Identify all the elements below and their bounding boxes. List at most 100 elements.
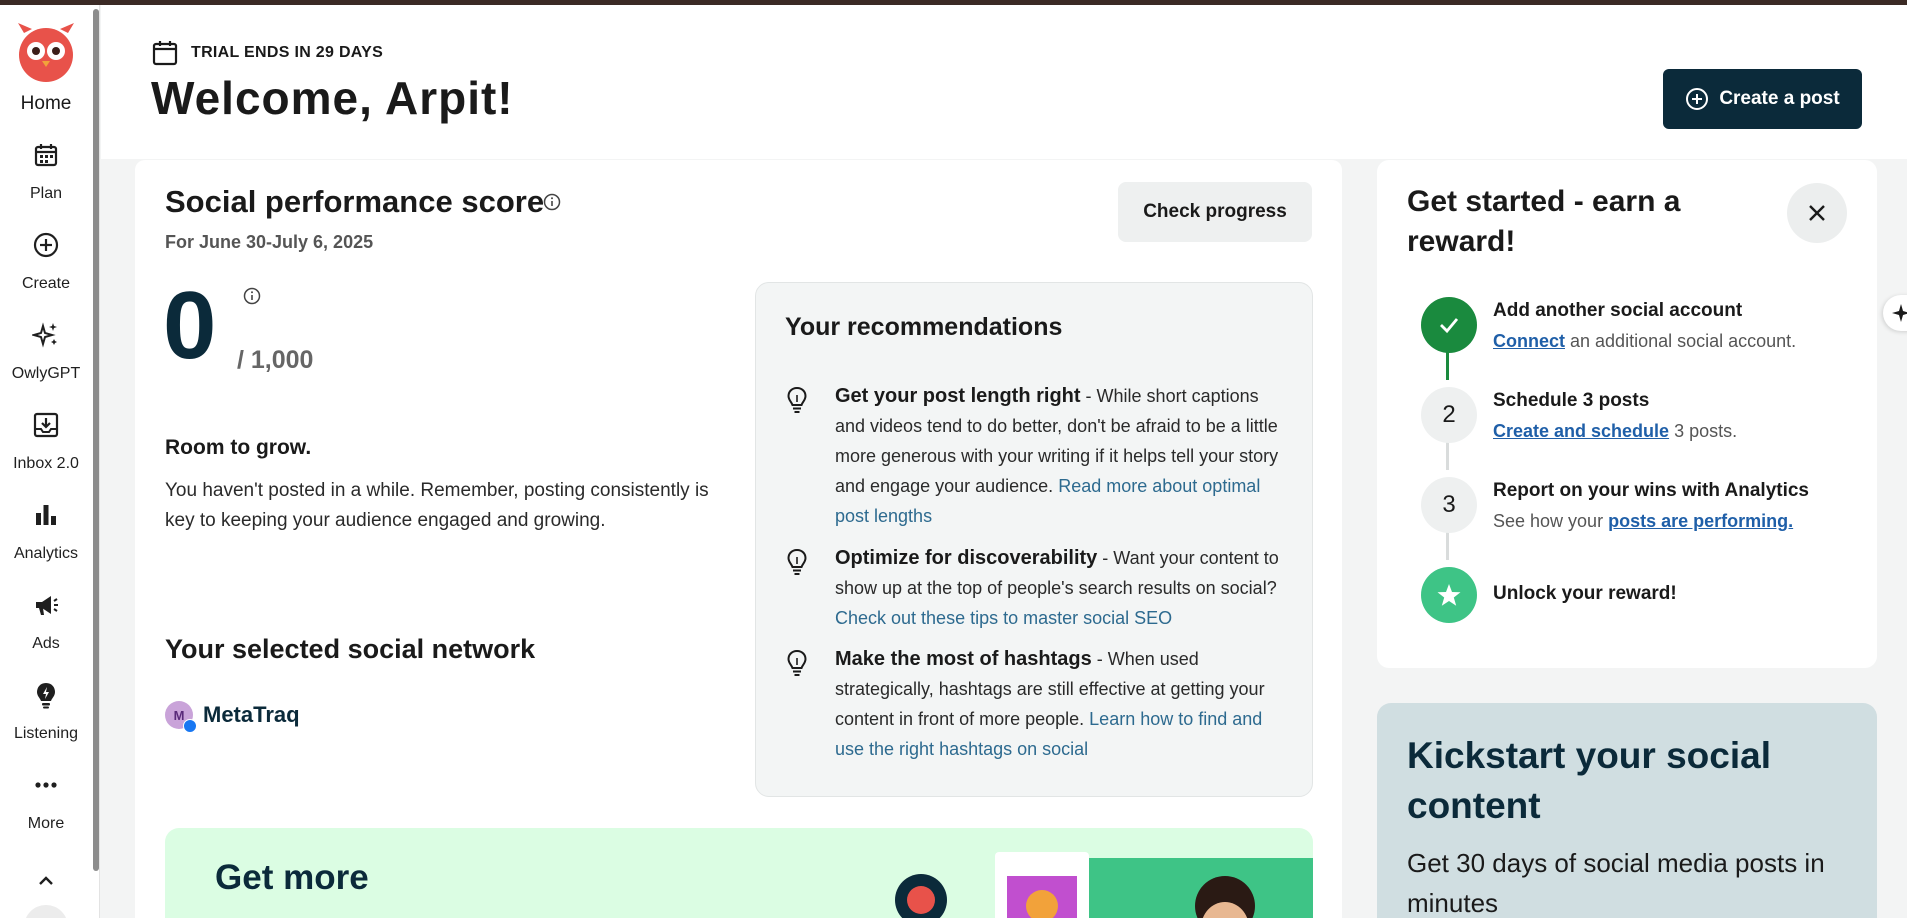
step-number-badge: 2 xyxy=(1421,387,1477,443)
lightbulb-icon xyxy=(37,683,55,709)
plus-circle-icon xyxy=(1686,88,1709,110)
kickstart-card[interactable]: Kickstart your social content Get 30 day… xyxy=(1377,703,1877,918)
step-description: Connect an additional social account. xyxy=(1493,324,1853,358)
page-header: TRIAL ENDS IN 29 DAYS Welcome, Arpit! Cr… xyxy=(101,5,1907,159)
get-started-title: Get started - earn a reward! xyxy=(1407,185,1681,258)
kickstart-title: Kickstart your social content xyxy=(1407,735,1771,826)
step-text: Unlock your reward! xyxy=(1493,581,1853,607)
plus-circle-icon xyxy=(33,232,59,258)
sidebar-item-label: Ads xyxy=(32,635,60,652)
promo-title: Get more xyxy=(215,858,369,897)
user-avatar[interactable] xyxy=(24,905,68,918)
sidebar-item-label: Create xyxy=(21,275,71,292)
get-started-card: Get started - earn a reward! Add another… xyxy=(1377,160,1877,668)
recommendation-link[interactable]: Check out these tips to master social SE… xyxy=(835,608,1172,628)
step-suffix: an additional social account. xyxy=(1570,331,1797,351)
reward-badge xyxy=(1421,567,1477,623)
network-avatar: M xyxy=(165,701,197,733)
recommendation-heading: Get your post length right xyxy=(835,385,1081,407)
create-post-button[interactable]: Create a post xyxy=(1663,69,1862,129)
step-suffix: 3 posts. xyxy=(1674,421,1738,441)
step-description: Create and schedule 3 posts. xyxy=(1493,414,1853,448)
info-icon[interactable] xyxy=(543,193,561,211)
sidebar-item-analytics[interactable]: Analytics xyxy=(0,501,92,581)
step-complete-badge xyxy=(1421,297,1477,353)
create-and-schedule-link[interactable]: Create and schedule xyxy=(1493,421,1669,441)
posts-performing-link[interactable]: posts are performing. xyxy=(1608,511,1793,531)
step-heading: Unlock your reward! xyxy=(1493,583,1677,604)
performance-date-range: For June 30-July 6, 2025 xyxy=(165,232,374,252)
page-title: Welcome, Arpit! xyxy=(151,72,514,124)
sidebar-item-listening[interactable]: Listening xyxy=(0,681,92,761)
sidebar-item-label: Inbox 2.0 xyxy=(13,455,79,472)
step-heading: Report on your wins with Analytics xyxy=(1493,480,1809,501)
lightbulb-icon xyxy=(787,548,807,575)
lightbulb-icon xyxy=(787,386,807,413)
sidebar-item-label: OwlyGPT xyxy=(11,365,81,382)
step-prefix: See how your xyxy=(1493,511,1604,531)
trial-text: TRIAL ENDS IN 29 DAYS xyxy=(191,44,384,61)
sidebar-item-more[interactable]: More xyxy=(0,771,92,851)
bar-chart-icon xyxy=(36,505,56,525)
close-icon xyxy=(1809,205,1825,221)
selected-network[interactable]: M MetaTraq xyxy=(165,701,300,733)
sidebar-item-label: Plan xyxy=(29,185,63,202)
sidebar-item-create[interactable]: Create xyxy=(0,231,92,311)
inbox-icon xyxy=(33,412,59,438)
ellipsis-icon xyxy=(35,782,57,788)
hootsuite-owl-logo[interactable] xyxy=(14,19,78,83)
step-description: See how your posts are performing. xyxy=(1493,504,1853,538)
trial-banner: TRIAL ENDS IN 29 DAYS xyxy=(151,39,383,67)
score-max: / 1,000 xyxy=(237,346,314,374)
sidebar-scrollbar[interactable] xyxy=(93,9,99,871)
step-text: Schedule 3 posts Create and schedule 3 p… xyxy=(1493,388,1853,448)
check-progress-button[interactable]: Check progress xyxy=(1118,182,1312,242)
step-number-badge: 3 xyxy=(1421,477,1477,533)
recommendation-text: Make the most of hashtags - When used st… xyxy=(835,648,1265,759)
performance-title: Social performance score xyxy=(165,184,545,219)
sidebar-item-plan[interactable]: Plan xyxy=(0,141,92,221)
megaphone-icon xyxy=(36,596,58,615)
step-heading: Schedule 3 posts xyxy=(1493,390,1650,411)
promo-illustration xyxy=(895,852,1313,918)
recommendation-text: Get your post length right - While short… xyxy=(835,385,1279,526)
score-value: 0 xyxy=(163,272,217,379)
sidebar-item-label: More xyxy=(27,815,65,832)
sidebar-item-home[interactable]: Home xyxy=(0,93,92,115)
calendar-icon xyxy=(34,144,58,167)
step-heading: Add another social account xyxy=(1493,300,1743,321)
sidebar-item-ads[interactable]: Ads xyxy=(0,591,92,671)
facebook-icon xyxy=(183,719,197,733)
sidebar-item-label: Analytics xyxy=(13,545,79,562)
status-description: You haven't posted in a while. Remember,… xyxy=(165,480,709,531)
sidebar-item-owlygpt[interactable]: OwlyGPT xyxy=(0,321,92,401)
create-post-label: Create a post xyxy=(1719,88,1840,109)
sidebar: Home Plan Create OwlyGPT Inbox 2.0 Analy… xyxy=(0,5,100,918)
status-heading: Room to grow. xyxy=(165,436,312,459)
promo-banner[interactable]: Get more xyxy=(165,828,1313,918)
sidebar-item-label: Listening xyxy=(13,725,79,742)
recommendation-text: Optimize for discoverability - Want your… xyxy=(835,547,1279,628)
network-name: MetaTraq xyxy=(203,702,300,727)
assistant-tab[interactable] xyxy=(1883,295,1907,331)
sparkles-icon xyxy=(32,322,57,348)
lightbulb-icon xyxy=(787,649,807,676)
chevron-up-icon[interactable] xyxy=(34,871,58,891)
recommendation-heading: Make the most of hashtags xyxy=(835,648,1092,670)
info-icon[interactable] xyxy=(243,287,261,305)
recommendations-panel: Your recommendations Get your post lengt… xyxy=(755,282,1313,797)
selected-network-title: Your selected social network xyxy=(165,634,536,664)
social-performance-card: Social performance score For June 30-Jul… xyxy=(135,160,1342,918)
sparkle-icon xyxy=(1892,304,1907,322)
recommendation-heading: Optimize for discoverability xyxy=(835,547,1098,569)
step-text: Add another social account Connect an ad… xyxy=(1493,298,1853,358)
connect-link[interactable]: Connect xyxy=(1493,331,1565,351)
sidebar-item-inbox[interactable]: Inbox 2.0 xyxy=(0,411,92,491)
network-avatar-initial: M xyxy=(173,707,185,723)
kickstart-description: Get 30 days of social media posts in min… xyxy=(1407,848,1825,918)
checkmark-icon xyxy=(1440,318,1459,334)
star-icon xyxy=(1437,584,1461,606)
calendar-icon xyxy=(152,41,178,66)
recommendations-title: Your recommendations xyxy=(785,313,1063,341)
close-button[interactable] xyxy=(1787,183,1847,243)
